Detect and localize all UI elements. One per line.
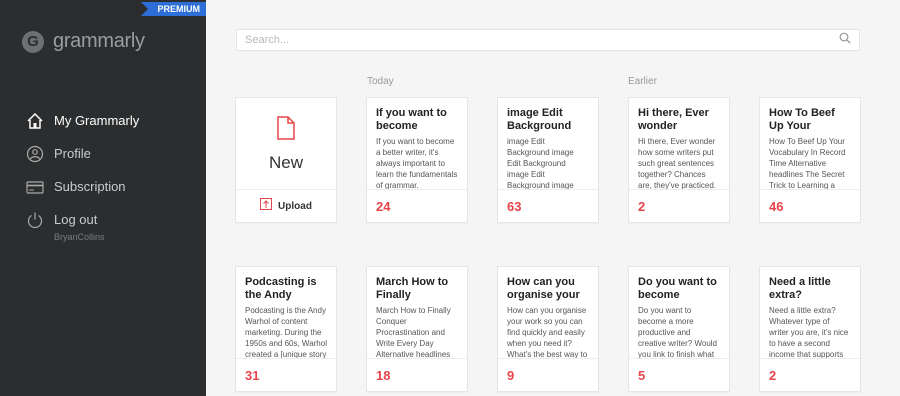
issue-count: 24 [376, 199, 391, 214]
document-preview: If you want to become a better writer, i… [376, 137, 458, 190]
document-card[interactable]: March How to Finally March How to Finall… [366, 266, 468, 392]
document-card[interactable]: Podcasting is the Andy Podcasting is the… [235, 266, 337, 392]
upload-label: Upload [278, 200, 312, 212]
document-title: March How to Finally [376, 276, 449, 301]
document-preview: How To Beef Up Your Vocabulary In Record… [769, 137, 846, 190]
document-card[interactable]: Do you want to become Do you want to bec… [628, 266, 730, 392]
issue-count: 9 [507, 368, 515, 383]
document-title: Hi there, Ever wonder [638, 107, 709, 132]
logo-text: grammarly [53, 30, 145, 52]
sidebar-item-label: Log out [54, 212, 98, 227]
document-title: image Edit Background [507, 107, 572, 132]
upload-icon [260, 197, 273, 215]
new-document-label: New [268, 152, 303, 172]
issue-count: 2 [638, 199, 646, 214]
document-title: How To Beef Up Your [769, 107, 835, 132]
document-card[interactable]: How can you organise your How can you or… [497, 266, 599, 392]
issue-count: 5 [638, 368, 646, 383]
document-preview: March How to Finally Conquer Procrastina… [376, 306, 451, 359]
document-title: Need a little extra? [769, 276, 831, 301]
sidebar: PREMIUM G grammarly My Grammarly Profile… [0, 0, 206, 396]
sidebar-nav: My Grammarly Profile Subscription Log ou… [26, 104, 139, 242]
power-icon [26, 211, 44, 229]
document-card[interactable]: image Edit Background image Edit Backgro… [497, 97, 599, 223]
username: BryanCollins [54, 232, 105, 242]
section-label-today: Today [367, 76, 394, 87]
document-title: Podcasting is the Andy [245, 276, 317, 301]
upload-button[interactable]: Upload [236, 189, 336, 222]
document-title: If you want to become [376, 107, 447, 132]
sidebar-item-label: My Grammarly [54, 113, 140, 128]
sidebar-item-subscription[interactable]: Subscription [26, 170, 139, 203]
document-title: Do you want to become [638, 276, 717, 301]
new-document-button[interactable]: New [236, 98, 336, 190]
credit-card-icon [26, 178, 44, 196]
document-preview: How can you organise your work so you ca… [507, 306, 588, 359]
home-icon [26, 112, 44, 130]
grammarly-logo-icon: G [22, 30, 44, 53]
sidebar-item-my-grammarly[interactable]: My Grammarly [26, 104, 139, 137]
document-card[interactable]: Hi there, Ever wonder Hi there, Ever won… [628, 97, 730, 223]
document-preview: image Edit Background image Edit Backgro… [507, 137, 574, 190]
issue-count: 18 [376, 368, 391, 383]
document-title: How can you organise your [507, 276, 580, 301]
premium-badge: PREMIUM [141, 2, 206, 16]
grammarly-logo[interactable]: G grammarly [22, 30, 145, 53]
issue-count: 63 [507, 199, 522, 214]
sidebar-item-label: Subscription [54, 179, 126, 194]
sidebar-item-profile[interactable]: Profile [26, 137, 139, 170]
issue-count: 46 [769, 199, 784, 214]
section-label-earlier: Earlier [628, 76, 657, 87]
user-icon [26, 145, 44, 163]
document-preview: Do you want to become a more productive … [638, 306, 717, 359]
sidebar-item-label: Profile [54, 146, 91, 161]
document-card[interactable]: Need a little extra? Need a little extra… [759, 266, 861, 392]
search-input[interactable] [245, 34, 825, 46]
document-card[interactable]: How To Beef Up Your How To Beef Up Your … [759, 97, 861, 223]
issue-count: 31 [245, 368, 260, 383]
search-bar[interactable] [236, 29, 860, 51]
document-preview: Podcasting is the Andy Warhol of content… [245, 306, 327, 359]
document-preview: Hi there, Ever wonder how some writers p… [638, 137, 717, 190]
document-preview: Need a little extra? Whatever type of wr… [769, 306, 849, 359]
new-document-icon [276, 115, 296, 145]
new-document-card[interactable]: New Upload [235, 97, 337, 223]
document-card[interactable]: If you want to become If you want to bec… [366, 97, 468, 223]
search-icon[interactable] [839, 31, 851, 49]
main-content: Today Earlier New Upload If you want to … [206, 0, 900, 396]
issue-count: 2 [769, 368, 777, 383]
